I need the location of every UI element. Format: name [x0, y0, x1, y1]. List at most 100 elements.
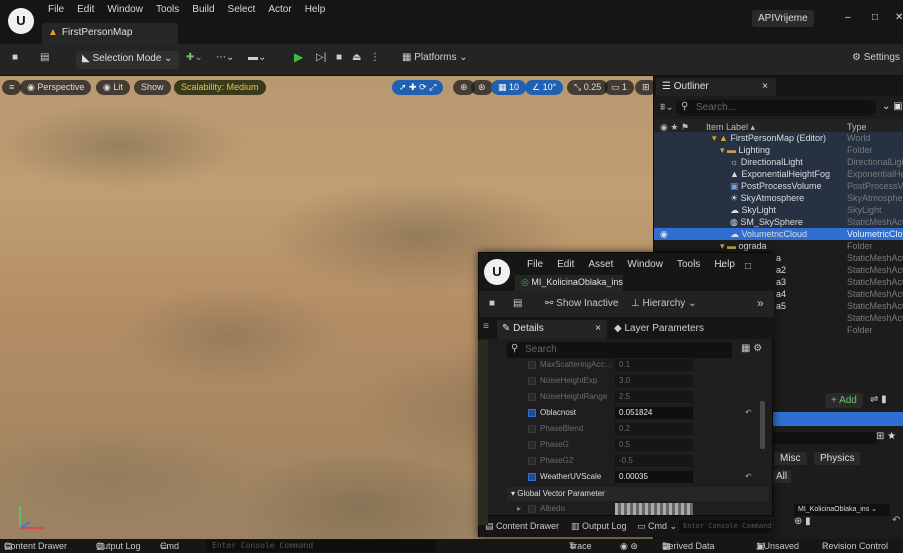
- menu-file[interactable]: File: [48, 4, 64, 15]
- asset-actions-icon[interactable]: ⊕ ▮: [794, 516, 811, 527]
- map-tab[interactable]: ▲ FirstPersonMap: [42, 23, 178, 44]
- scalability-button[interactable]: Scalability: Medium: [174, 80, 266, 95]
- output-log-button[interactable]: ▥ Output Log: [571, 521, 627, 532]
- add-actor-icon[interactable]: ✚⌄: [186, 52, 203, 63]
- grid-snap-button[interactable]: ▦ 10: [491, 80, 527, 95]
- cmd-dropdown[interactable]: ▭ Cmd ⌄: [637, 521, 677, 532]
- menu-asset[interactable]: Asset: [588, 259, 613, 270]
- menu-window[interactable]: Window: [107, 4, 143, 15]
- trace-dropdown[interactable]: ≋ Trace ⌄: [569, 539, 592, 553]
- eye-icon[interactable]: ◉: [660, 228, 668, 240]
- albedo-color-swatch[interactable]: [615, 503, 693, 515]
- param-value[interactable]: 0.1: [615, 359, 693, 371]
- param-checkbox[interactable]: [528, 441, 536, 449]
- tree-row-folder[interactable]: ▾ ▬ Lighting Folder: [654, 144, 903, 156]
- layer-parameters-tab[interactable]: ◆ Layer Parameters: [609, 320, 759, 339]
- param-checkbox-checked[interactable]: [528, 409, 536, 417]
- param-value[interactable]: -0.5: [615, 455, 693, 467]
- transform-tools[interactable]: ➚ ✚ ⟳ ⤢: [392, 80, 444, 95]
- param-row-weatheruvscale[interactable]: WeatherUVScale 0.00035 ↶: [507, 469, 769, 485]
- blueprint-icon[interactable]: ⋯⌄: [216, 52, 234, 63]
- maximize-button[interactable]: □: [745, 261, 751, 272]
- outliner-search-input[interactable]: ⚲ Search...: [676, 100, 876, 116]
- tree-row-folder[interactable]: ▾ ▬ ograda Folder: [654, 240, 903, 252]
- show-inactive-button[interactable]: ⚯ Show Inactive: [545, 298, 618, 309]
- scrollbar[interactable]: [760, 401, 765, 449]
- param-checkbox[interactable]: [528, 377, 536, 385]
- menu-file[interactable]: File: [527, 259, 543, 270]
- hierarchy-button[interactable]: ⊥ Hierarchy ⌄: [631, 298, 696, 309]
- camera-speed-button[interactable]: ▭ 1: [604, 80, 635, 95]
- param-row[interactable]: PhaseG2 -0.5: [507, 453, 769, 469]
- global-vector-group[interactable]: ▾ Global Vector Parameter: [507, 487, 769, 501]
- param-row[interactable]: PhaseBlend 0.2: [507, 421, 769, 437]
- tree-row-actor[interactable]: ☀ SkyAtmosphere SkyAtmosphere: [654, 192, 903, 204]
- close-button[interactable]: ✕: [895, 12, 903, 23]
- param-row[interactable]: MaxScatteringAcc... 0.1: [507, 357, 769, 373]
- reset-icon[interactable]: ↶: [892, 515, 900, 526]
- minimize-button[interactable]: –: [845, 12, 851, 23]
- param-row[interactable]: NoiseHeightExp 3.0: [507, 373, 769, 389]
- param-row[interactable]: PhaseG 0.5: [507, 437, 769, 453]
- add-component-button[interactable]: + Add: [825, 393, 863, 408]
- console-input[interactable]: Enter Console Command: [679, 520, 771, 533]
- unreal-logo[interactable]: U: [484, 259, 510, 285]
- settings-button[interactable]: ⚙ Settings: [852, 52, 900, 63]
- tree-row-world[interactable]: ▾ ▲ FirstPersonMap (Editor) World: [654, 132, 903, 144]
- param-row-oblacnost[interactable]: Oblacnost 0.051824 ↶: [507, 405, 769, 421]
- param-checkbox[interactable]: [528, 505, 536, 513]
- details-search-input[interactable]: [770, 432, 880, 444]
- minimize-button[interactable]: –: [719, 261, 725, 272]
- surface-snap-icon[interactable]: ⊛: [471, 80, 493, 95]
- save-icon[interactable]: ■: [489, 298, 495, 309]
- content-drawer-button[interactable]: ▤ Content Drawer: [485, 521, 559, 532]
- outliner-tab[interactable]: ☰ Outliner ×: [656, 78, 776, 96]
- menu-tools[interactable]: Tools: [677, 259, 700, 270]
- lit-button[interactable]: ◉ Lit: [96, 80, 130, 95]
- broadcast-icon[interactable]: ◉ ⊛: [620, 539, 638, 553]
- tree-row-actor[interactable]: ☼ DirectionalLight DirectionalLight: [654, 156, 903, 168]
- menu-build[interactable]: Build: [192, 4, 214, 15]
- menu-select[interactable]: Select: [228, 4, 256, 15]
- col-type[interactable]: Type: [847, 122, 867, 132]
- rotation-snap-button[interactable]: ∠ 10°: [525, 80, 564, 95]
- param-checkbox-checked[interactable]: [528, 473, 536, 481]
- console-input[interactable]: Enter Console Command: [206, 540, 436, 552]
- tree-row-actor[interactable]: ☁ SkyLight SkyLight: [654, 204, 903, 216]
- project-button[interactable]: APIVrijeme: [752, 10, 814, 27]
- scale-snap-button[interactable]: ⤡ 0.25: [567, 80, 609, 95]
- tree-row-actor[interactable]: ▣ PostProcessVolume PostProcessVolume: [654, 180, 903, 192]
- filter-misc[interactable]: Misc: [774, 452, 807, 465]
- content-icon[interactable]: ▤: [40, 52, 49, 63]
- param-checkbox[interactable]: [528, 361, 536, 369]
- play-icon[interactable]: ▶: [294, 50, 303, 64]
- param-row[interactable]: NoiseHeightRange 2.5: [507, 389, 769, 405]
- cmd-dropdown[interactable]: ▭ Cmd ⌄: [160, 539, 179, 553]
- eject-icon[interactable]: ⏏: [352, 52, 361, 63]
- maximize-button[interactable]: □: [872, 12, 878, 23]
- param-checkbox[interactable]: [528, 393, 536, 401]
- menu-edit[interactable]: Edit: [77, 4, 94, 15]
- reset-icon[interactable]: ↶: [745, 405, 752, 421]
- grid-view-icon[interactable]: ▦ ⚙: [741, 343, 762, 354]
- perspective-button[interactable]: ◉ Perspective: [20, 80, 92, 95]
- param-value[interactable]: 0.2: [615, 423, 693, 435]
- filter-all[interactable]: All: [772, 470, 792, 483]
- more-options-icon[interactable]: ⋮: [370, 52, 380, 63]
- blueprint-icon[interactable]: ⇌ ▮: [870, 394, 887, 405]
- cinematics-icon[interactable]: ▬⌄: [248, 52, 266, 63]
- selection-mode-dropdown[interactable]: ◣ Selection Mode ⌄: [76, 51, 179, 69]
- menu-help[interactable]: Help: [305, 4, 326, 15]
- viewport-menu-icon[interactable]: ≡: [2, 80, 22, 95]
- close-icon[interactable]: ×: [762, 81, 768, 92]
- material-search-input[interactable]: ⚲ Search: [507, 342, 732, 358]
- tree-row-selected[interactable]: ◉ ☁ VolumetricCloud VolumetricCloud: [654, 228, 903, 240]
- param-value[interactable]: 3.0: [615, 375, 693, 387]
- filter-physics[interactable]: Physics: [814, 452, 861, 465]
- param-value[interactable]: 0.00035: [615, 471, 693, 483]
- material-asset-tab[interactable]: ◎ MI_KolicinaOblaka_inst ×: [515, 275, 623, 291]
- param-value[interactable]: 2.5: [615, 391, 693, 403]
- close-icon[interactable]: ×: [595, 323, 601, 334]
- param-checkbox[interactable]: [528, 457, 536, 465]
- param-value[interactable]: 0.5: [615, 439, 693, 451]
